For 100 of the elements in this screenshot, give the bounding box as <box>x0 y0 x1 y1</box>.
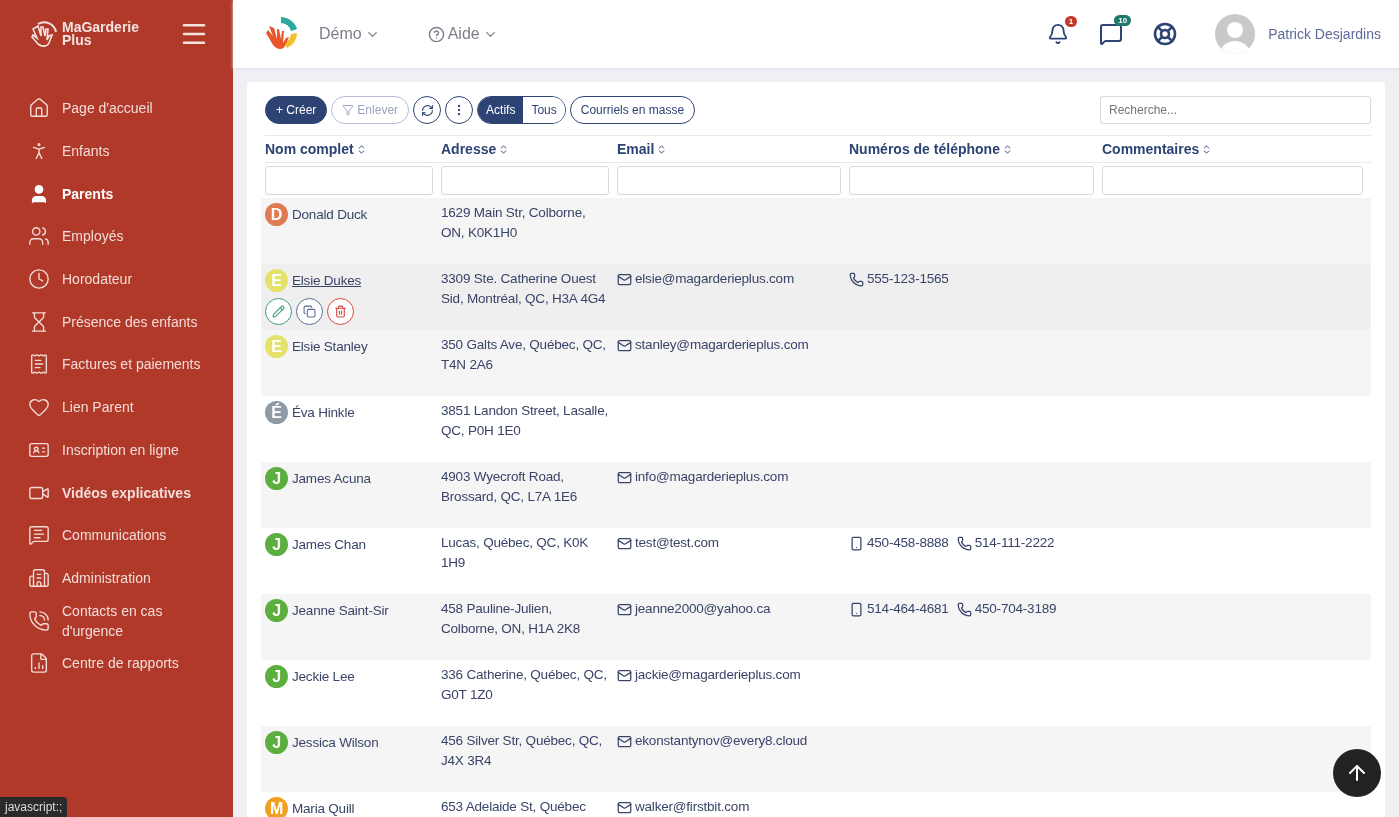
menu-dropdown[interactable]: Aide <box>421 24 504 44</box>
sidebar-item[interactable]: Communications <box>0 513 233 557</box>
sidebar-icon <box>28 609 50 632</box>
phone-icon <box>956 535 972 551</box>
message-badge: 10 <box>1114 15 1132 26</box>
sidebar-item[interactable]: Horodateur <box>0 257 233 301</box>
phone-number: 450-458-8888 <box>849 533 949 553</box>
mail-icon <box>617 469 632 485</box>
email-text: jeanne2000@yahoo.ca <box>617 599 849 619</box>
column-header[interactable]: Numéros de téléphone <box>849 141 1102 157</box>
sidebar-item[interactable]: Administration <box>0 556 233 600</box>
initial-avatar: E <box>265 269 288 292</box>
column-filter-field[interactable] <box>441 166 609 195</box>
brand-name: MaGarderie Plus <box>62 21 140 47</box>
column-filter-field[interactable] <box>849 166 1094 195</box>
delete-button[interactable] <box>327 298 354 325</box>
sidebar-item[interactable]: Employés <box>0 215 233 258</box>
parent-name-link[interactable]: Elsie Stanley <box>292 336 368 357</box>
initial-avatar: J <box>265 665 288 688</box>
trash-icon <box>334 305 347 318</box>
sidebar-item[interactable]: Contacts en cas d'urgence <box>0 599 233 642</box>
user-name[interactable]: Patrick Desjardins <box>1268 26 1381 42</box>
more-button[interactable] <box>445 96 474 124</box>
sidebar-item[interactable]: Centre de rapports <box>0 641 233 685</box>
initial-avatar: J <box>265 731 288 754</box>
table-row[interactable]: E Elsie Stanley 350 Galts Ave, Québec, QC, T4N 2A6 stanley@magarderieplus.com <box>261 330 1371 396</box>
initial-avatar: J <box>265 533 288 556</box>
sidebar-icon <box>28 353 50 376</box>
sidebar-icon <box>28 225 50 248</box>
phone-number: 514-111-2222 <box>956 533 1055 553</box>
copy-button[interactable] <box>296 298 323 325</box>
initial-avatar: E <box>265 335 288 358</box>
refresh-icon <box>420 103 434 117</box>
parent-name-link[interactable]: Jeanne Saint-Sir <box>292 600 389 621</box>
parent-name-link[interactable]: Jessica Wilson <box>292 732 379 753</box>
address-text: 458 Pauline-Julien, Colborne, ON, H1A 2K8 <box>441 600 582 638</box>
initial-avatar: É <box>265 401 288 424</box>
pencil-icon <box>272 305 285 318</box>
create-button[interactable]: + Créer <box>265 96 328 124</box>
initial-avatar: J <box>265 599 288 622</box>
bulk-email-button[interactable]: Courriels en masse <box>569 96 696 124</box>
status-bar: javascript:; <box>0 797 68 817</box>
table-row[interactable]: J Jessica Wilson 456 Silver Str, Québec, QC, J4X 3R4 ekonstantynov@every8.cloud <box>261 726 1371 792</box>
column-header[interactable]: Adresse <box>441 141 617 157</box>
parent-name-link[interactable]: Elsie Dukes <box>292 270 362 291</box>
mail-icon <box>617 601 632 617</box>
column-filter-field[interactable] <box>1102 166 1363 195</box>
sidebar-item[interactable]: Vidéos explicatives <box>0 471 233 514</box>
table-row[interactable]: E Elsie Dukes 3309 Ste. Catherine Ouest Sid, Montréal, QC, H3A 4G4 elsie@magarderieplus.com 555-123-1565 <box>261 264 1371 330</box>
logo-icon <box>30 21 58 47</box>
table-row[interactable]: J James Acuna 4903 Wyecroft Road, Brossard, QC, L7A 1E6 info@magarderieplus.com <box>261 462 1371 528</box>
phone-number: 555-123-1565 <box>849 269 949 289</box>
parent-name-link[interactable]: James Acuna <box>292 468 371 489</box>
initial-avatar: J <box>265 467 288 490</box>
sidebar-item[interactable]: Page d'accueil <box>0 87 233 130</box>
address-text: 1629 Main Str, Colborne, ON, K0K1H0 <box>441 204 587 242</box>
mobile-phone-icon <box>849 601 864 617</box>
edit-button[interactable] <box>265 298 292 325</box>
notifications-button[interactable] <box>1047 23 1070 45</box>
sidebar-item[interactable]: Enfants <box>0 129 233 173</box>
email-text: ekonstantynov@every8.cloud <box>617 731 849 751</box>
parent-name-link[interactable]: Jeckie Lee <box>292 666 355 687</box>
sidebar-item[interactable]: Parents <box>0 172 233 216</box>
column-header[interactable]: Commentaires <box>1102 141 1371 157</box>
sidebar-item[interactable]: Lien Parent <box>0 385 233 429</box>
refresh-button[interactable] <box>413 96 442 124</box>
phone-icon <box>849 271 864 287</box>
column-filter-field[interactable] <box>617 166 841 195</box>
parent-name-link[interactable]: Éva Hinkle <box>292 402 355 423</box>
help-button[interactable] <box>1153 22 1178 46</box>
table-row[interactable]: D Donald Duck 1629 Main Str, Colborne, ON, K0K1H0 <box>261 198 1371 264</box>
address-text: Lucas, Québec, QC, K0K 1H9 <box>441 534 590 572</box>
initial-avatar: M <box>265 797 288 817</box>
sidebar-icon <box>28 652 50 675</box>
sidebar-item[interactable]: Présence des enfants <box>0 300 233 344</box>
menu-dropdown[interactable]: Démo <box>313 24 386 44</box>
mail-icon <box>617 337 632 353</box>
email-text: stanley@magarderieplus.com <box>617 335 849 355</box>
filter-tab[interactable]: Actifs <box>478 97 524 123</box>
column-filter-field[interactable] <box>265 166 433 195</box>
search-field[interactable]: Recherche... <box>1100 96 1371 124</box>
sidebar-item[interactable]: Inscription en ligne <box>0 428 233 472</box>
email-text: elsie@magarderieplus.com <box>617 269 849 289</box>
parent-name-link[interactable]: James Chan <box>292 534 366 555</box>
sidebar-icon <box>28 97 50 120</box>
address-text: 653 Adelaide St, Québec <box>441 798 587 816</box>
column-header[interactable]: Email <box>617 141 849 157</box>
sidebar-item[interactable]: Factures et paiements <box>0 343 233 386</box>
sidebar-icon <box>28 268 50 291</box>
address-text: 4903 Wyecroft Road, Brossard, QC, L7A 1E6 <box>441 468 579 506</box>
column-header[interactable]: Nom complet <box>265 141 441 157</box>
address-text: 336 Catherine, Québec, QC, G0T 1Z0 <box>441 666 608 704</box>
parent-name-link[interactable]: Maria Quill <box>292 798 355 817</box>
messages-button[interactable] <box>1099 22 1124 46</box>
table-row[interactable]: J Jeanne Saint-Sir 458 Pauline-Julien, Colborne, ON, H1A 2K8 jeanne2000@yahoo.ca 514-464-4681 450-704-3189 <box>261 594 1371 660</box>
mail-icon <box>617 667 632 683</box>
initial-avatar: D <box>265 203 288 226</box>
address-text: 456 Silver Str, Québec, QC, J4X 3R4 <box>441 732 604 770</box>
phone-number: 450-704-3189 <box>956 599 1057 619</box>
parent-name-link[interactable]: Donald Duck <box>292 204 368 225</box>
